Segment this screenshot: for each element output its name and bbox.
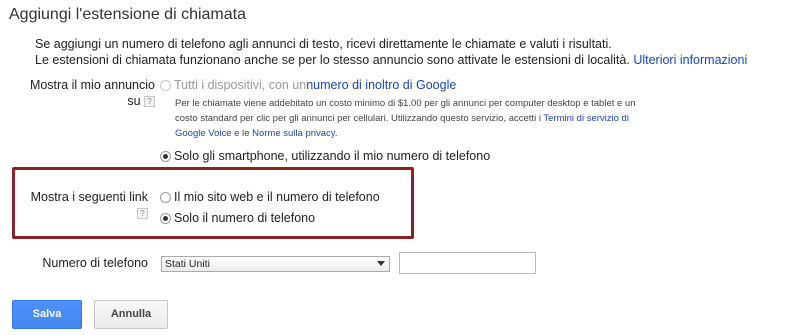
option-phone-only-label: Solo il numero di telefono	[174, 211, 316, 225]
billing-note: Per le chiamate viene addebitato un cost…	[175, 96, 645, 141]
intro-line-2: Le estensioni di chiamata funzionano anc…	[35, 52, 785, 68]
country-select[interactable]: Stati Uniti	[161, 256, 390, 272]
radio-all-devices[interactable]	[160, 79, 171, 91]
country-select-value: Stati Uniti	[165, 258, 210, 270]
show-ad-label-su: su	[127, 94, 141, 108]
option-phone-only[interactable]: Solo il numero di telefono	[160, 210, 315, 226]
intro-text: Se aggiungi un numero di telefono agli a…	[35, 36, 785, 68]
show-links-label: Mostra i seguenti link ?	[10, 189, 148, 221]
page-title: Aggiungi l'estensione di chiamata	[9, 6, 246, 23]
option-site-and-phone-label: Il mio sito web e il numero di telefono	[174, 190, 380, 204]
show-ad-label: Mostra il mio annuncio su ?	[10, 77, 155, 109]
billing-note-end: .	[334, 128, 338, 139]
show-links-label-text: Mostra i seguenti link	[30, 190, 148, 204]
show-ad-label-line2: su ?	[10, 93, 155, 109]
chevron-down-icon	[377, 261, 385, 266]
save-button[interactable]: Salva	[12, 300, 82, 329]
radio-phone-only[interactable]	[160, 212, 171, 224]
help-icon[interactable]: ?	[144, 96, 155, 108]
option-smartphone-only[interactable]: Solo gli smartphone, utilizzando il mio …	[160, 148, 490, 164]
cancel-button[interactable]: Annulla	[94, 300, 168, 329]
option-site-and-phone[interactable]: Il mio sito web e il numero di telefono	[160, 189, 380, 205]
billing-note-and: e le	[231, 128, 253, 139]
google-forwarding-number-link[interactable]: numero di inoltro di Google	[306, 77, 456, 93]
option-smartphone-label: Solo gli smartphone, utilizzando il mio …	[174, 149, 491, 163]
intro-line-2-text: Le estensioni di chiamata funzionano anc…	[35, 53, 630, 67]
help-icon[interactable]: ?	[137, 208, 148, 220]
intro-line-1: Se aggiungi un numero di telefono agli a…	[35, 37, 612, 51]
privacy-policy-link[interactable]: Norme sulla privacy	[252, 128, 335, 139]
phone-number-label: Numero di telefono	[42, 256, 148, 270]
more-info-link[interactable]: Ulteriori informazioni	[633, 53, 747, 67]
option-all-devices-label: Tutti i dispositivi, con un	[174, 78, 307, 92]
radio-site-and-phone[interactable]	[160, 191, 171, 203]
phone-number-input[interactable]	[399, 252, 536, 274]
show-ad-label-line1: Mostra il mio annuncio	[29, 78, 155, 92]
show-links-help-row: ?	[10, 205, 148, 221]
option-all-devices[interactable]: Tutti i dispositivi, con un numero di in…	[160, 77, 456, 93]
radio-smartphone-only[interactable]	[160, 150, 171, 162]
